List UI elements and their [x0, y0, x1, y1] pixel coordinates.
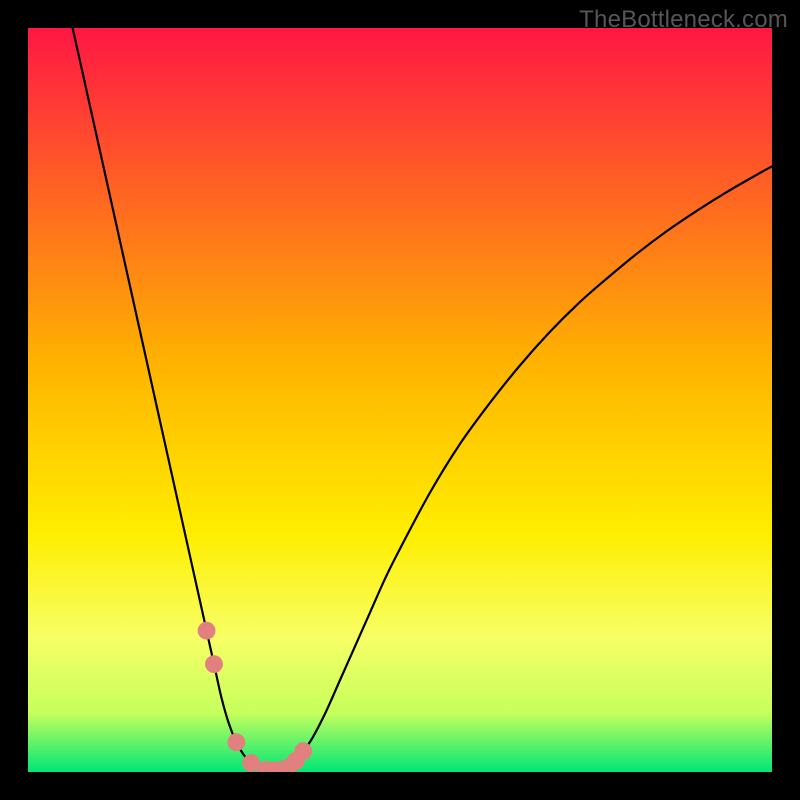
chart-frame: TheBottleneck.com	[0, 0, 800, 800]
data-point-marker	[227, 733, 245, 751]
gradient-background	[28, 28, 772, 772]
bottleneck-curve-plot	[28, 28, 772, 772]
data-point-marker	[198, 622, 216, 640]
data-point-marker	[294, 742, 312, 760]
data-point-marker	[205, 655, 223, 673]
